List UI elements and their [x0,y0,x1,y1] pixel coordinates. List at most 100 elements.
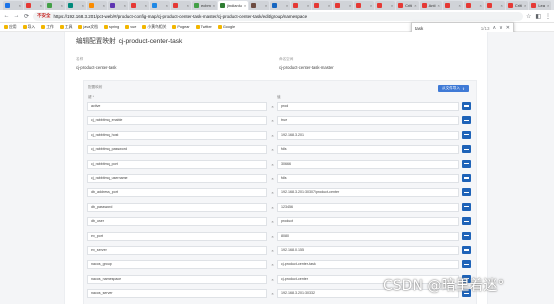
key-input[interactable]: nacos_namespace [87,274,267,284]
bookmark-item[interactable]: Twitter [195,25,212,29]
bookmark-item[interactable]: 应用 [4,25,17,30]
reload-icon[interactable]: ⟳ [23,13,30,20]
tab-close-icon[interactable]: × [370,3,372,8]
tab-close-icon[interactable]: × [40,3,42,8]
key-input[interactable]: nacos_group [87,260,267,270]
browser-tab[interactable]: × [45,1,65,10]
remove-row-button[interactable] [462,102,471,110]
browser-tab[interactable]: × [108,1,128,10]
bookmark-item[interactable]: 小黄鸟相关 [142,25,166,30]
browser-tab[interactable]: × [3,1,23,10]
forward-icon[interactable]: → [13,13,20,19]
bookmark-item[interactable]: Google [217,25,235,29]
bookmark-item[interactable]: 导入 [22,25,35,30]
remove-row-button[interactable] [462,116,471,125]
key-input[interactable]: db_address_port [87,188,267,198]
browser-tab[interactable]: × [312,1,333,10]
key-input[interactable]: cj_rabbitmq_enable [87,116,267,126]
tab-close-icon[interactable]: × [82,3,84,8]
tab-close-icon[interactable]: × [480,3,482,8]
browser-tab[interactable]: × [171,1,191,10]
value-input[interactable]: product [277,217,459,227]
browser-tab[interactable]: × [484,1,505,10]
back-icon[interactable]: ← [3,13,10,19]
value-input[interactable]: 8080 [277,231,459,241]
key-input[interactable]: cj_rabbitmq_port [87,159,267,169]
value-input[interactable]: 30666 [277,159,459,169]
browser-tab[interactable]: × [442,1,463,10]
value-input[interactable]: 192.168.3.201:30307/product-center [277,188,459,198]
tab-close-icon[interactable]: × [103,3,105,8]
tab-close-icon[interactable]: × [187,3,189,8]
browser-tab[interactable]: × [354,1,375,10]
bookmark-item[interactable]: java文档 [78,25,98,30]
value-input[interactable]: 192.168.3.201 [277,130,459,140]
browser-tab[interactable]: × [463,1,484,10]
key-input[interactable]: active [87,102,267,111]
tab-close-icon[interactable]: × [19,3,21,8]
browser-tab[interactable]: × [333,1,354,10]
value-input[interactable]: fdls [277,145,459,155]
remove-row-button[interactable] [462,246,471,254]
browser-tab[interactable]: × [150,1,170,10]
value-input[interactable]: true [277,116,459,126]
value-input[interactable]: prod [277,102,459,111]
tab-close-icon[interactable]: × [501,3,503,8]
key-input[interactable]: db_password [87,202,267,212]
remove-row-button[interactable] [462,231,471,240]
remove-row-button[interactable] [462,202,471,211]
find-prev-icon[interactable]: ∧ [492,25,496,31]
remove-row-button[interactable] [462,130,471,139]
bookmark-item[interactable]: vue [125,25,136,29]
not-secure-badge[interactable]: 不安全 [37,13,51,19]
browser-tab[interactable]: × [249,1,270,10]
tab-close-icon[interactable]: × [166,3,168,8]
browser-tab[interactable]: Criti × [396,1,419,10]
find-close-icon[interactable]: ✕ [506,25,510,31]
tab-close-icon[interactable]: × [459,3,461,8]
key-input[interactable]: db_user [87,217,267,227]
tab-close-icon[interactable]: × [414,3,416,8]
bookmark-item[interactable]: 工具 [59,25,72,30]
import-from-file-button[interactable]: 从文件导入 ⇪ [438,85,469,92]
extensions-icon[interactable]: ◧ [535,13,541,20]
tab-close-icon[interactable]: × [124,3,126,8]
tab-close-icon[interactable]: × [61,3,63,8]
browser-tab[interactable]: Anti × [419,1,442,10]
key-input[interactable]: nacos_server [87,289,267,299]
tab-close-icon[interactable]: × [265,3,267,8]
remove-row-button[interactable] [462,145,471,154]
browser-tab[interactable]: × [270,1,291,10]
key-input[interactable]: cj_rabbitmq_password [87,145,267,155]
browser-tab[interactable]: × [375,1,396,10]
browser-tab[interactable]: jindianlu × [218,1,249,10]
tab-close-icon[interactable]: × [524,3,526,8]
key-input[interactable]: ex_server [87,246,267,255]
menu-icon[interactable]: ⋮ [545,13,551,20]
browser-tab[interactable]: × [291,1,312,10]
bookmark-item[interactable]: 工作 [41,25,54,30]
remove-row-button[interactable] [462,159,471,168]
url-input[interactable]: 不安全 https://192.168.3.201/pct-web/#/prod… [33,11,523,21]
remove-row-button[interactable] [462,174,471,182]
find-next-icon[interactable]: ∨ [499,25,503,31]
key-input[interactable]: cj_rabbitmq_host [87,130,267,140]
remove-row-button[interactable] [462,188,471,197]
tab-close-icon[interactable]: × [145,3,147,8]
tab-close-icon[interactable]: × [349,3,351,8]
browser-tab[interactable]: × [87,1,107,10]
tab-close-icon[interactable]: × [438,3,440,8]
browser-tab[interactable]: Criti × [505,1,529,10]
key-input[interactable]: cj_rabbitmq_username [87,174,267,183]
value-input[interactable]: cj-product-center-task [277,260,459,270]
remove-row-button[interactable] [462,217,471,226]
value-input[interactable]: 192.168.0.155 [277,246,459,255]
value-input[interactable]: 123456 [277,202,459,212]
bookmark-item[interactable]: spring [103,25,119,29]
browser-tab[interactable]: Lea × [529,1,552,10]
tab-close-icon[interactable]: × [328,3,330,8]
browser-tab[interactable]: × [129,1,149,10]
tab-close-icon[interactable]: × [213,3,215,8]
bookmark-item[interactable]: Pogear [172,25,190,29]
tab-close-icon[interactable]: × [547,3,549,8]
